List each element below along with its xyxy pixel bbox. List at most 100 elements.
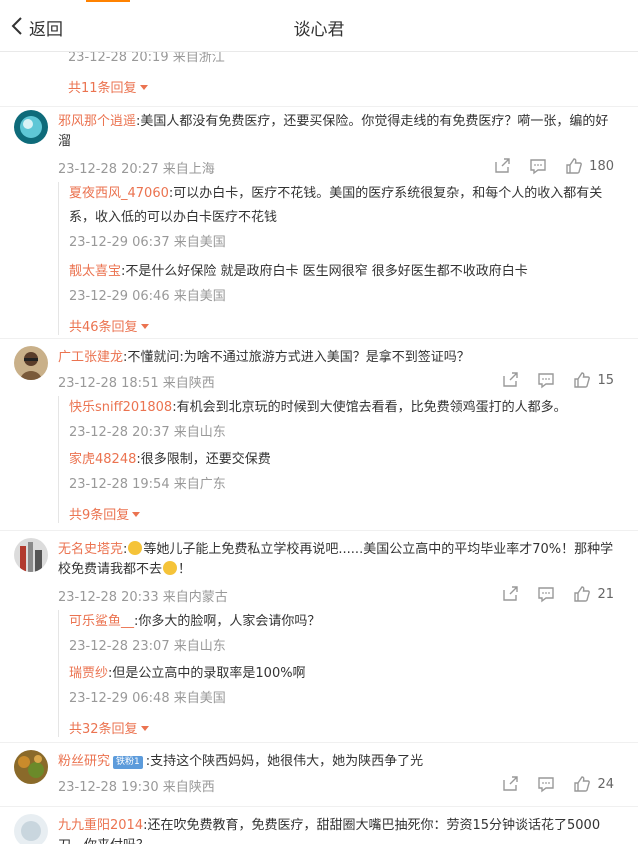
comment-icon[interactable] [537, 371, 555, 389]
reply-list: 夏夜西风_47060:可以办白卡，医疗不花钱。美国的医疗系统很复杂，和每个人的收… [58, 182, 620, 335]
comment-body: : [123, 542, 128, 557]
comment-text: 邪风那个逍遥:美国人都没有免费医疗，还要买保险。你觉得走线的有免费医疗？嗬一张，… [58, 112, 620, 152]
avatar[interactable] [14, 538, 48, 572]
comment-body: :美国人都没有免费医疗，还要买保险。你觉得走线的有免费医疗？嗬一张，编的好溜 [58, 114, 609, 149]
chevron-down-icon [139, 85, 148, 90]
divider [0, 338, 638, 339]
divider [0, 106, 638, 107]
username[interactable]: 九九重阳2014 [58, 818, 143, 833]
comment-actions: 15 [483, 371, 614, 389]
comment-item: 无名史塔克: 等她儿子能上免费私立学校再说吧......美国公立高中的平均毕业率才… [0, 538, 638, 738]
reply-item: 瑞贾纱:但是公立高中的录取率是100%啊 23-12-29 06:48 来自美国 [69, 662, 620, 710]
comment-icon[interactable] [537, 775, 555, 793]
reply-time: 23-12-28 20:37 来自山东 [69, 425, 226, 440]
share-icon[interactable] [501, 371, 519, 389]
reply-body: :但是公立高中的录取率是100%啊 [108, 666, 306, 681]
username[interactable]: 家虎48248 [69, 452, 136, 467]
reply-item: 家虎48248:很多限制，还要交保费 23-12-28 19:54 来自广东 [69, 448, 620, 496]
avatar[interactable] [14, 110, 48, 144]
more-replies-link[interactable]: 共9条回复 [69, 504, 141, 523]
comment-time: 23-12-28 19:30 来自陕西 [58, 780, 215, 795]
username[interactable]: 邪风那个逍遥 [58, 114, 136, 129]
previous-thread-tail: 23-12-28 20:19 来自浙江 共11条回复 [0, 50, 638, 102]
reply-time: 23-12-29 06:37 来自美国 [69, 235, 226, 250]
reply-time: 23-12-29 06:48 来自美国 [69, 691, 226, 706]
reply-time: 23-12-28 19:54 来自广东 [69, 477, 226, 492]
more-replies-label: 共11条回复 [68, 81, 137, 96]
more-replies-label: 共9条回复 [69, 508, 130, 523]
username[interactable]: 瑞贾纱 [69, 666, 108, 681]
reply-text: 夏夜西风_47060:可以办白卡，医疗不花钱。美国的医疗系统很复杂，和每个人的收… [69, 182, 620, 230]
reply-body: :你多大的脸啊，人家会请你吗？ [134, 614, 321, 629]
reply-time: 23-12-28 23:07 来自山东 [69, 639, 226, 654]
top-bar: 返回 谈心君 [0, 0, 638, 52]
reply-text: 快乐sniff201808:有机会到北京玩的时候到大使馆去看看，比免费领鸡蛋打的… [69, 396, 620, 420]
share-icon[interactable] [493, 157, 511, 175]
username[interactable]: 夏夜西风_47060 [69, 186, 169, 201]
comment-time: 23-12-28 20:27 来自上海 [58, 162, 215, 177]
like-icon[interactable] [573, 371, 591, 389]
reply-text: 瑞贾纱:但是公立高中的录取率是100%啊 [69, 662, 620, 686]
like-count: 180 [589, 158, 614, 174]
comment-body: :不懂就问:为啥不通过旅游方式进入美国？是拿不到签证吗？ [123, 350, 470, 365]
username[interactable]: 快乐sniff201808 [69, 400, 172, 415]
comment-text: 粉丝研究 铁粉1:支持这个陕西妈妈，她很伟大，她为陕西争了光 [58, 752, 620, 772]
username[interactable]: 广工张建龙 [58, 350, 123, 365]
avatar[interactable] [14, 346, 48, 380]
follower-badge-icon: 铁粉1 [113, 756, 143, 769]
comment-text: 广工张建龙:不懂就问:为啥不通过旅游方式进入美国？是拿不到签证吗？ [58, 348, 620, 368]
reply-body: :很多限制，还要交保费 [136, 452, 271, 467]
reply-time: 23-12-29 06:46 来自美国 [69, 289, 226, 304]
reply-item: 快乐sniff201808:有机会到北京玩的时候到大使馆去看看，比免费领鸡蛋打的… [69, 396, 620, 444]
username[interactable]: 粉丝研究 [58, 754, 110, 769]
like-icon[interactable] [565, 157, 583, 175]
like-icon[interactable] [573, 585, 591, 603]
reply-item: 靓太喜宝:不是什么好保险 就是政府白卡 医生网很窄 很多好医生都不收政府白卡 2… [69, 260, 620, 308]
comment-actions: 21 [483, 585, 614, 603]
more-replies-link[interactable]: 共32条回复 [69, 718, 149, 737]
reply-body: :不是什么好保险 就是政府白卡 医生网很窄 很多好医生都不收政府白卡 [121, 264, 528, 279]
like-count: 21 [597, 586, 614, 602]
like-count: 15 [597, 372, 614, 388]
more-replies-label: 共46条回复 [69, 320, 138, 335]
comment-item: 九九重阳2014:还在吹免费教育，免费医疗，甜甜圈大嘴巴抽死你：劳资15分钟谈话… [0, 814, 638, 844]
reply-list: 快乐sniff201808:有机会到北京玩的时候到大使馆去看看，比免费领鸡蛋打的… [58, 396, 620, 523]
comment-icon[interactable] [529, 157, 547, 175]
emoji-icon [163, 561, 178, 575]
more-replies-link[interactable]: 共11条回复 [68, 77, 148, 96]
page-title: 谈心君 [293, 20, 345, 40]
comment-body: ！ [178, 562, 192, 577]
comment-item: 广工张建龙:不懂就问:为啥不通过旅游方式进入美国？是拿不到签证吗？ 23-12-… [0, 346, 638, 526]
avatar[interactable] [14, 750, 48, 784]
reply-item: 夏夜西风_47060:可以办白卡，医疗不花钱。美国的医疗系统很复杂，和每个人的收… [69, 182, 620, 254]
comment-time: 23-12-28 20:33 来自内蒙古 [58, 590, 228, 605]
comment-text: 无名史塔克: 等她儿子能上免费私立学校再说吧......美国公立高中的平均毕业率才… [58, 540, 620, 580]
comment-actions: 24 [483, 775, 614, 793]
chevron-down-icon [132, 512, 141, 517]
like-count: 24 [597, 776, 614, 792]
tab-indicator [86, 0, 130, 2]
reply-text: 家虎48248:很多限制，还要交保费 [69, 448, 620, 472]
comment-text: 九九重阳2014:还在吹免费教育，免费医疗，甜甜圈大嘴巴抽死你：劳资15分钟谈话… [58, 816, 620, 844]
like-icon[interactable] [573, 775, 591, 793]
reply-text: 靓太喜宝:不是什么好保险 就是政府白卡 医生网很窄 很多好医生都不收政府白卡 [69, 260, 620, 284]
share-icon[interactable] [501, 585, 519, 603]
more-replies-label: 共32条回复 [69, 722, 138, 737]
emoji-icon [128, 541, 143, 555]
chevron-down-icon [140, 324, 149, 329]
comment-item: 邪风那个逍遥:美国人都没有免费医疗，还要买保险。你觉得走线的有免费医疗？嗬一张，… [0, 110, 638, 340]
username[interactable]: 可乐鲨鱼__ [69, 614, 134, 629]
comment-time: 23-12-28 18:51 来自陕西 [58, 376, 215, 391]
more-replies-link[interactable]: 共46条回复 [69, 316, 149, 335]
divider [0, 530, 638, 531]
username[interactable]: 无名史塔克 [58, 542, 123, 557]
comment-item: 粉丝研究 铁粉1:支持这个陕西妈妈，她很伟大，她为陕西争了光 23-12-28 1… [0, 750, 638, 810]
reply-body: :有机会到北京玩的时候到大使馆去看看，比免费领鸡蛋打的人都多。 [172, 400, 567, 415]
reply-text: 可乐鲨鱼__:你多大的脸啊，人家会请你吗？ [69, 610, 620, 634]
share-icon[interactable] [501, 775, 519, 793]
reply-item: 可乐鲨鱼__:你多大的脸啊，人家会请你吗？ 23-12-28 23:07 来自山… [69, 610, 620, 658]
comment-icon[interactable] [537, 585, 555, 603]
comment-body: :支持这个陕西妈妈，她很伟大，她为陕西争了光 [145, 754, 424, 769]
avatar[interactable] [14, 814, 48, 844]
username[interactable]: 靓太喜宝 [69, 264, 121, 279]
